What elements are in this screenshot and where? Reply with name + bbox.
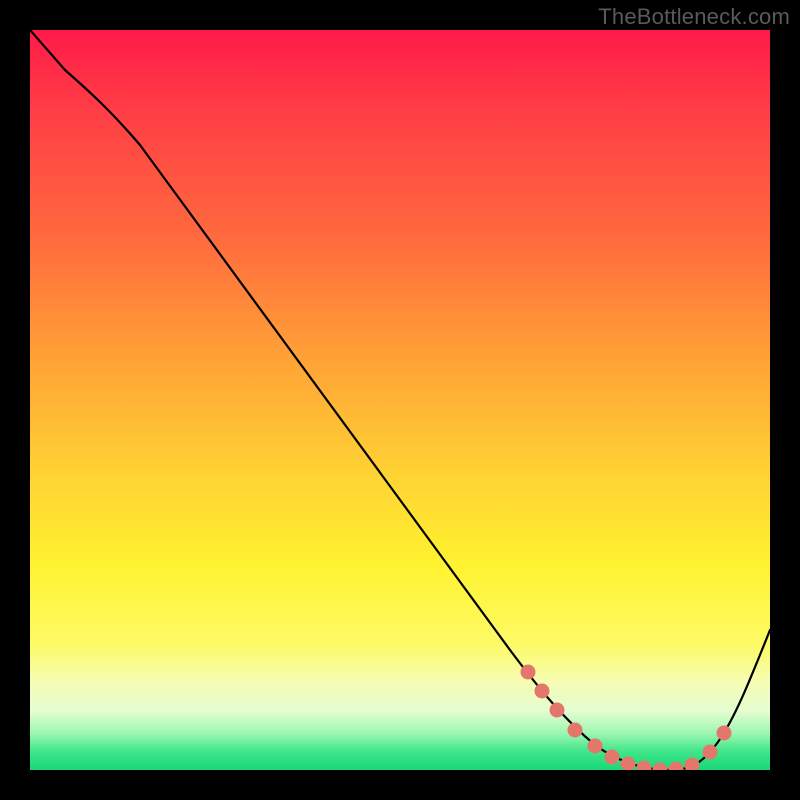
curve-dot xyxy=(685,758,700,771)
curve-dot-group xyxy=(521,665,732,771)
curve-dot xyxy=(588,739,603,754)
curve-dot xyxy=(669,762,684,771)
curve-dot xyxy=(703,745,718,760)
plot-area xyxy=(30,30,770,770)
bottleneck-curve-path xyxy=(30,30,770,770)
bottleneck-curve-svg xyxy=(30,30,770,770)
curve-dot xyxy=(621,757,636,771)
curve-dot xyxy=(653,763,668,771)
curve-dot xyxy=(550,703,565,718)
curve-dot xyxy=(535,684,550,699)
watermark-text: TheBottleneck.com xyxy=(598,4,790,30)
chart-stage: TheBottleneck.com xyxy=(0,0,800,800)
curve-dot xyxy=(637,761,652,771)
curve-dot xyxy=(521,665,536,680)
curve-dot xyxy=(717,726,732,741)
curve-dot xyxy=(568,723,583,738)
curve-dot xyxy=(605,750,620,765)
